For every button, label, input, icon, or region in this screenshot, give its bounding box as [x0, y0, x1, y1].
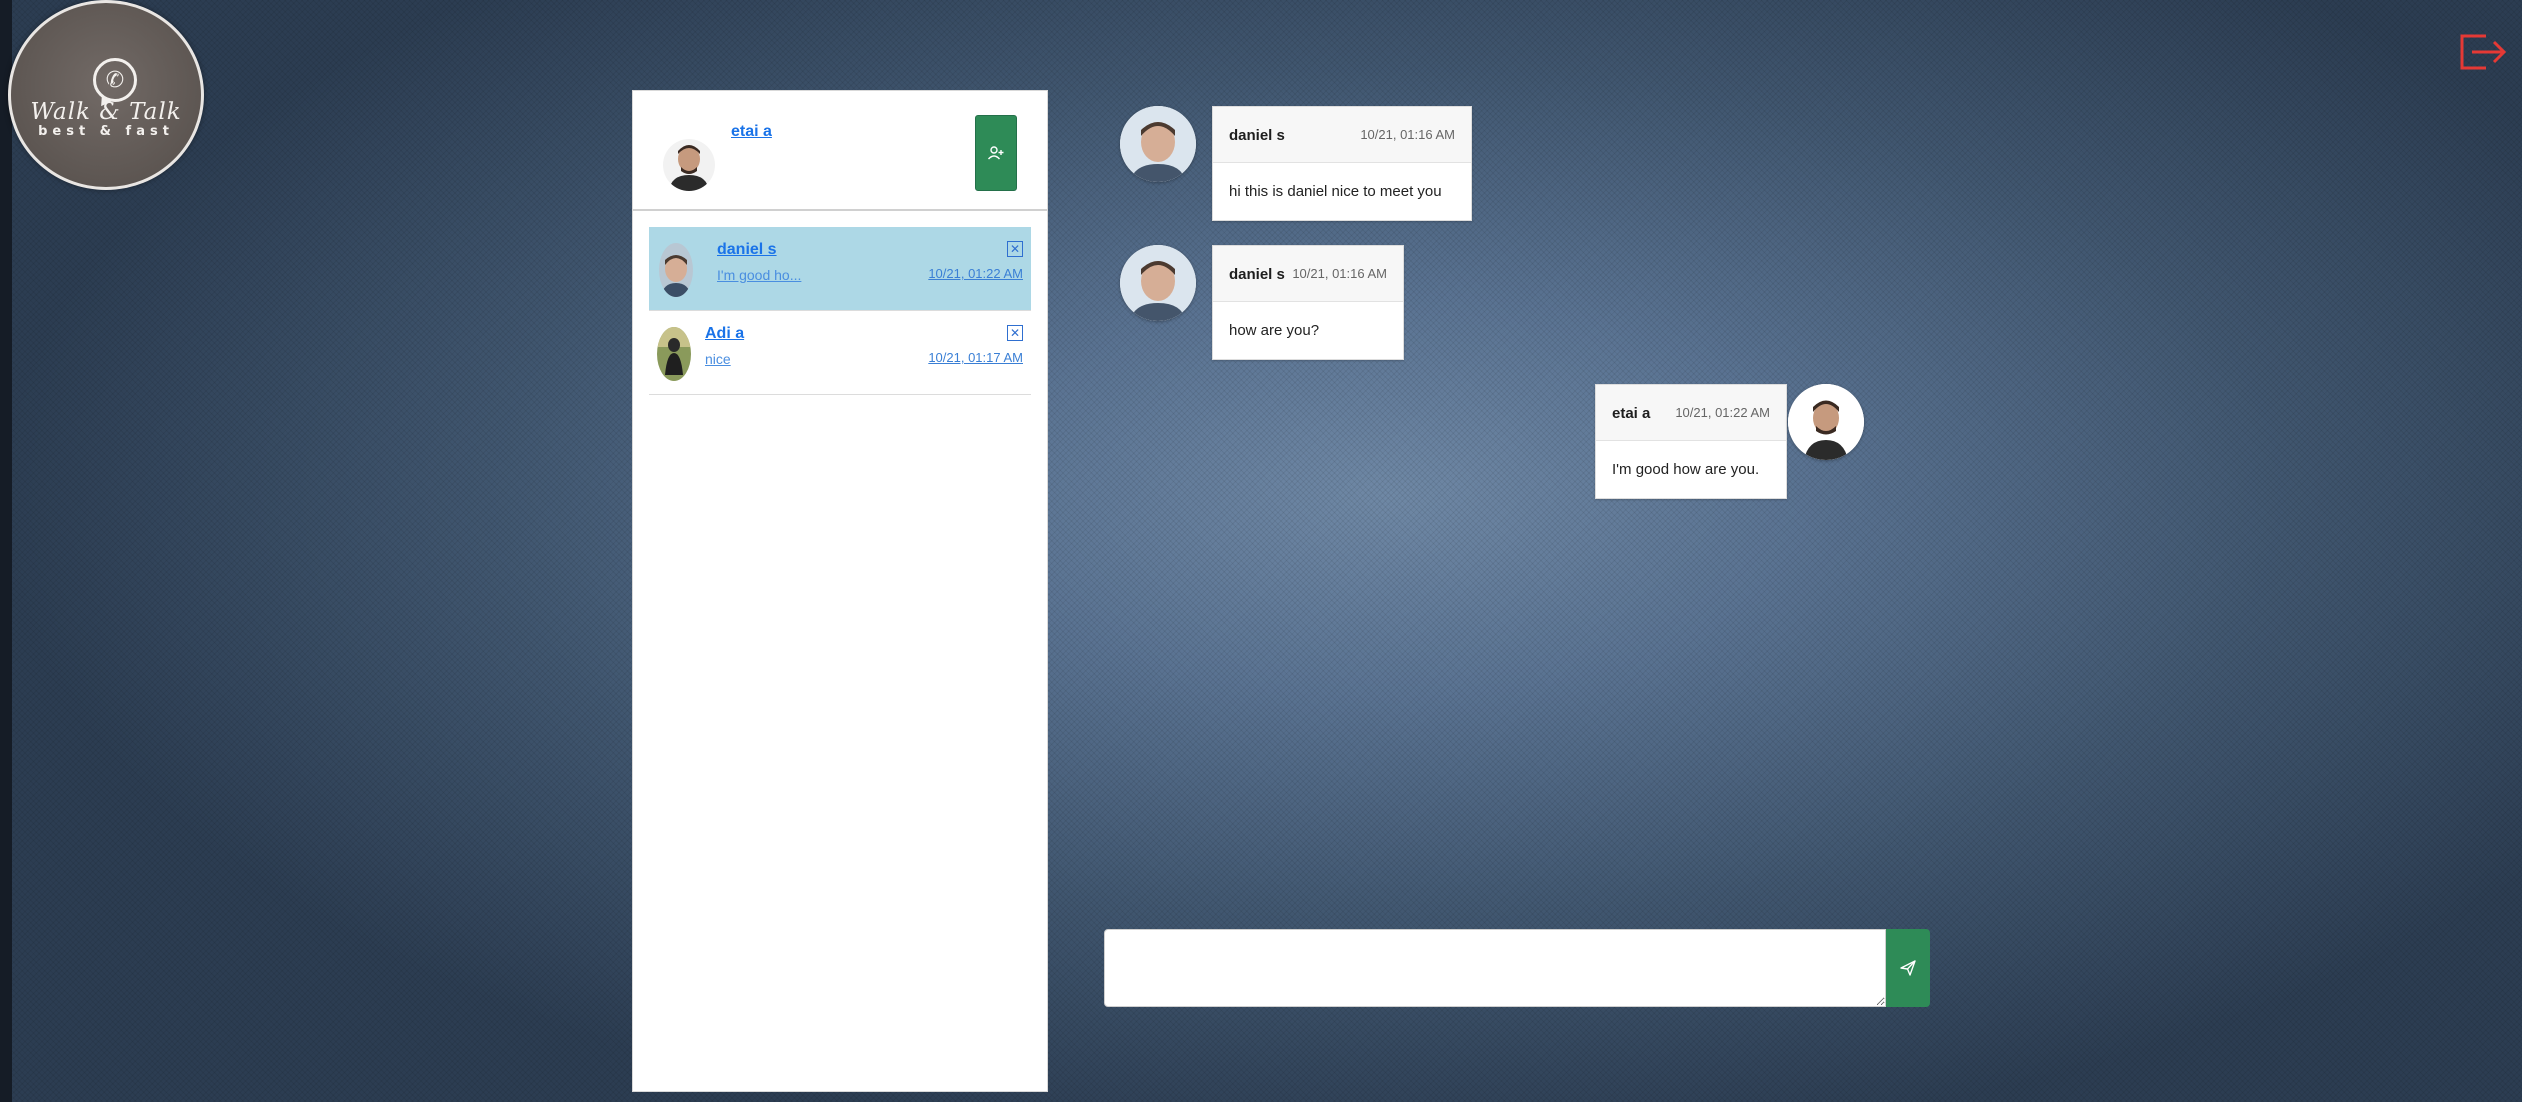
phone-chat-icon: ✆ [93, 58, 137, 102]
contact-item-daniel-s[interactable]: daniel s I'm good ho... 10/21, 01:22 AM … [649, 227, 1031, 311]
message-avatar [1120, 245, 1196, 321]
logout-icon[interactable] [2456, 30, 2510, 74]
message-avatar [1120, 106, 1196, 182]
current-user-name[interactable]: etai a [731, 123, 772, 141]
message-header: daniel s 10/21, 01:16 AM [1213, 107, 1471, 163]
add-user-icon [987, 146, 1004, 160]
logo-subtitle: best & fast [38, 124, 174, 139]
left-edge-strip [0, 0, 12, 1102]
message-author: daniel s [1229, 266, 1285, 283]
close-icon[interactable]: ✕ [1007, 325, 1023, 341]
contact-avatar [659, 243, 693, 297]
message-avatar [1788, 384, 1864, 460]
message-author: daniel s [1229, 127, 1285, 144]
message-text: how are you? [1229, 322, 1320, 339]
contact-list: daniel s I'm good ho... 10/21, 01:22 AM … [649, 227, 1031, 395]
contacts-sidebar: etai a daniel s I'm good ho... 10/21, 01… [632, 90, 1048, 1092]
message-header: daniel s 10/21, 01:16 AM [1213, 246, 1403, 302]
message-time: 10/21, 01:16 AM [1292, 266, 1387, 281]
contact-last-message: nice [705, 351, 731, 367]
message-bubble: daniel s 10/21, 01:16 AM how are you? [1212, 245, 1404, 360]
message-text: I'm good how are you. [1612, 461, 1760, 478]
message-input[interactable] [1104, 929, 1886, 1007]
message-bubble: daniel s 10/21, 01:16 AM hi this is dani… [1212, 106, 1472, 221]
close-icon[interactable]: ✕ [1007, 241, 1023, 257]
contact-avatar [657, 327, 691, 381]
add-contact-button[interactable] [975, 115, 1017, 191]
current-user-avatar [663, 139, 715, 191]
app-logo: ✆ Walk & Talk best & fast [8, 0, 204, 190]
message-header: etai a 10/21, 01:22 AM [1596, 385, 1786, 441]
message-time: 10/21, 01:16 AM [1360, 127, 1455, 142]
contact-name[interactable]: Adi a [705, 325, 744, 343]
send-icon [1900, 960, 1916, 976]
message-composer [1104, 929, 1930, 1007]
contact-last-time: 10/21, 01:22 AM [928, 266, 1023, 281]
logo-title: Walk & Talk [30, 99, 182, 125]
message-author: etai a [1612, 405, 1651, 422]
contact-name[interactable]: daniel s [717, 241, 777, 259]
message-bubble: etai a 10/21, 01:22 AM I'm good how are … [1595, 384, 1787, 499]
message-text: hi this is daniel nice to meet you [1229, 183, 1442, 200]
contact-item-adi-a[interactable]: Adi a nice 10/21, 01:17 AM ✕ [649, 311, 1031, 395]
send-button[interactable] [1886, 929, 1930, 1007]
message-time: 10/21, 01:22 AM [1675, 405, 1770, 420]
contact-last-time: 10/21, 01:17 AM [928, 350, 1023, 365]
current-user-header: etai a [633, 91, 1047, 211]
contact-last-message: I'm good ho... [717, 267, 802, 283]
